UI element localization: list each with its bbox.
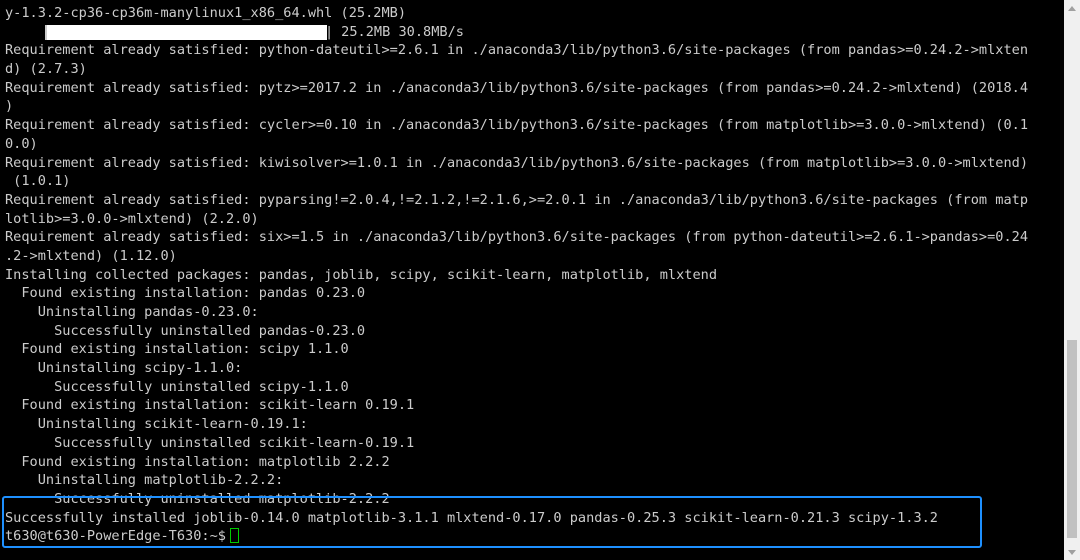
terminal-line: Installing collected packages: pandas, j… bbox=[5, 266, 718, 283]
shell-prompt: t630@t630-PowerEdge-T630:~$ bbox=[5, 528, 226, 545]
terminal-line: Uninstalling matplotlib-2.2.2: bbox=[5, 472, 284, 489]
terminal-line: Found existing installation: scipy 1.1.0 bbox=[5, 341, 349, 358]
terminal-line: Uninstalling scipy-1.1.0: bbox=[5, 360, 243, 377]
prompt-line[interactable]: t630@t630-PowerEdge-T630:~$ bbox=[5, 527, 1063, 546]
progress-bar bbox=[45, 25, 327, 41]
terminal-line: Successfully uninstalled pandas-0.23.0 bbox=[5, 322, 366, 339]
terminal-line: d) (2.7.3) bbox=[5, 61, 87, 78]
scroll-down-arrow-icon[interactable] bbox=[1064, 544, 1080, 560]
terminal-line: Requirement already satisfied: kiwisolve… bbox=[5, 154, 1029, 171]
terminal-line: 0.0) bbox=[5, 135, 38, 152]
progress-stats: 25.2MB 30.8MB/s bbox=[333, 23, 464, 40]
terminal-line: Successfully uninstalled scikit-learn-0.… bbox=[5, 434, 415, 451]
scroll-up-arrow-icon[interactable] bbox=[1064, 0, 1080, 16]
terminal-window[interactable]: y-1.3.2-cp36-cp36m-manylinux1_x86_64.whl… bbox=[0, 0, 1080, 560]
terminal-output[interactable]: y-1.3.2-cp36-cp36m-manylinux1_x86_64.whl… bbox=[5, 4, 1063, 546]
terminal-line: Found existing installation: matplotlib … bbox=[5, 453, 390, 470]
terminal-line: Successfully uninstalled scipy-1.1.0 bbox=[5, 378, 349, 395]
progress-bar-fill bbox=[45, 25, 327, 41]
terminal-line: y-1.3.2-cp36-cp36m-manylinux1_x86_64.whl… bbox=[5, 5, 407, 21]
terminal-line: Requirement already satisfied: cycler>=0… bbox=[5, 117, 1029, 134]
scrollbar-thumb[interactable] bbox=[1067, 340, 1077, 538]
terminal-line: ) bbox=[5, 98, 14, 115]
terminal-line: lotlib>=3.0.0->mlxtend) (2.2.0) bbox=[5, 210, 259, 227]
vertical-scrollbar[interactable] bbox=[1064, 0, 1080, 560]
terminal-line: Successfully installed joblib-0.14.0 mat… bbox=[5, 509, 938, 526]
terminal-line: (1.0.1) bbox=[5, 173, 71, 190]
terminal-line: Requirement already satisfied: six>=1.5 … bbox=[5, 229, 1029, 246]
terminal-line: Found existing installation: pandas 0.23… bbox=[5, 285, 366, 302]
terminal-line: Requirement already satisfied: pyparsing… bbox=[5, 191, 1029, 208]
terminal-line: Uninstalling scikit-learn-0.19.1: bbox=[5, 416, 308, 433]
terminal-line: Successfully uninstalled matplotlib-2.2.… bbox=[5, 490, 390, 507]
progress-line: | 25.2MB 30.8MB/s bbox=[5, 23, 1063, 42]
cursor[interactable] bbox=[229, 528, 239, 544]
terminal-line: Requirement already satisfied: pytz>=201… bbox=[5, 79, 1029, 96]
terminal-line: Requirement already satisfied: python-da… bbox=[5, 42, 1029, 59]
terminal-line: Uninstalling pandas-0.23.0: bbox=[5, 304, 259, 320]
terminal-line: Found existing installation: scikit-lear… bbox=[5, 397, 415, 414]
terminal-line: .2->mlxtend) (1.12.0) bbox=[5, 247, 177, 264]
